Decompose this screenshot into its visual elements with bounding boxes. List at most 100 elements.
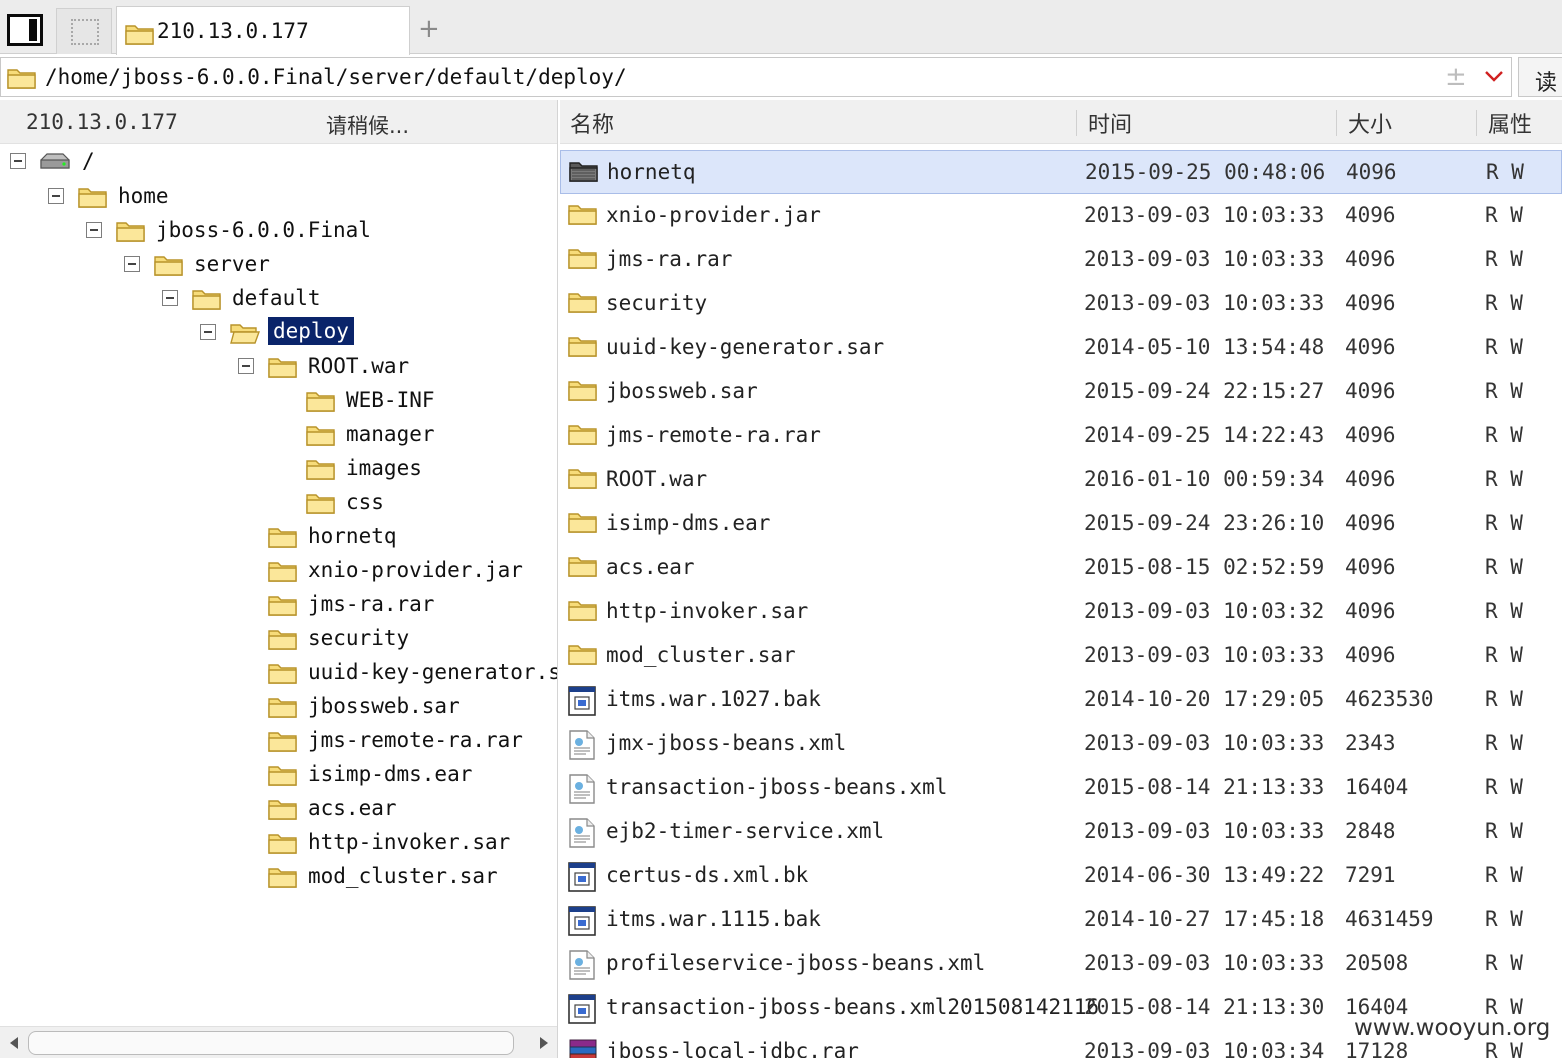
file-list-pane: 名称 时间 大小 属性 hornetq 2015-09-25 00:48:06 40… [560,100,1562,1058]
collapse-toggle[interactable] [162,290,178,306]
file-row[interactable]: isimp-dms.ear 2015-09-24 23:26:10 4096 R W [560,502,1562,546]
column-attr[interactable]: 属性 [1488,107,1532,139]
file-attr: R W [1485,1039,1523,1058]
tree-node-jboss[interactable]: jboss-6.0.0.Final [0,213,557,247]
file-time: 2013-09-03 10:03:32 [1084,599,1325,623]
xml-file-icon [568,774,596,804]
tab-remote-host[interactable]: 210.13.0.177 [116,6,410,55]
file-row[interactable]: transaction-jboss-beans.xml 2015-08-14 21… [560,766,1562,810]
tree-node-root-war[interactable]: ROOT.war [0,349,557,383]
file-row[interactable]: certus-ds.xml.bk 2014-06-30 13:49:22 7291 R… [560,854,1562,898]
file-time: 2014-05-10 13:54:48 [1084,335,1325,359]
file-attr: R W [1485,687,1523,711]
tree-node-server[interactable]: server [0,247,557,281]
file-name: security [606,291,708,315]
scroll-left-icon[interactable] [10,1037,18,1049]
folder-open-icon [230,321,260,345]
file-row[interactable]: jms-ra.rar 2013-09-03 10:03:33 4096 R W [560,238,1562,282]
tree-node-default[interactable]: default [0,281,557,315]
tree-node-isimp[interactable]: isimp-dms.ear [0,757,557,791]
collapse-toggle[interactable] [124,256,140,272]
read-button[interactable]: 读 [1518,57,1562,97]
file-attr: R W [1485,467,1523,491]
tree-node-jms-ra[interactable]: jms-ra.rar [0,587,557,621]
add-tab-button[interactable]: + [418,14,440,44]
column-divider[interactable] [1076,110,1077,136]
collapse-toggle[interactable] [200,324,216,340]
file-row[interactable]: jmx-jboss-beans.xml 2013-09-03 10:03:33 23… [560,722,1562,766]
chevron-down-icon[interactable] [1483,68,1505,84]
folder-icon [306,389,336,413]
tree-node-label: security [308,626,410,650]
file-row[interactable]: xnio-provider.jar 2013-09-03 10:03:33 4096… [560,194,1562,238]
column-time[interactable]: 时间 [1088,107,1132,139]
collapse-toggle[interactable] [10,153,26,169]
tree-node-label: images [346,456,422,480]
file-row[interactable]: ROOT.war 2016-01-10 00:59:34 4096 R W [560,458,1562,502]
column-divider[interactable] [1476,110,1477,136]
column-name[interactable]: 名称 [570,107,614,139]
tree-node-security[interactable]: security [0,621,557,655]
sidebar-toggle-icon[interactable] [7,14,43,46]
file-row[interactable]: acs.ear 2015-08-15 02:52:59 4096 R W [560,546,1562,590]
file-row[interactable]: http-invoker.sar 2013-09-03 10:03:32 4096 R… [560,590,1562,634]
tree-node-label: http-invoker.sar [308,830,511,854]
tree-node-label: uuid-key-generator.sa [308,660,558,684]
file-size: 4096 [1345,555,1396,579]
column-size[interactable]: 大小 [1348,107,1392,139]
file-row[interactable]: security 2013-09-03 10:03:33 4096 R W [560,282,1562,326]
tree-node-deploy[interactable]: deploy [0,315,557,349]
tree-node-root[interactable]: / [0,144,557,178]
tree-node-http-invoker[interactable]: http-invoker.sar [0,825,557,859]
tree-node-manager[interactable]: manager [0,417,557,451]
file-row[interactable]: uuid-key-generator.sar 2014-05-10 13:54:4… [560,326,1562,370]
tree-node-label: acs.ear [308,796,397,820]
file-size: 20508 [1345,951,1409,975]
file-row[interactable]: profileservice-jboss-beans.xml 2013-09-03… [560,942,1562,986]
address-bar[interactable]: /home/jboss-6.0.0.Final/server/default/d… [0,57,1512,97]
xml-file-icon [568,730,596,760]
file-size: 4096 [1345,203,1396,227]
file-row[interactable]: itms.war.1027.bak 2014-10-20 17:29:05 4623… [560,678,1562,722]
tree-node-label: server [194,252,270,276]
file-attr: R W [1485,731,1523,755]
file-attr: R W [1485,379,1523,403]
file-name: hornetq [607,160,696,184]
file-row[interactable]: jms-remote-ra.rar 2014-09-25 14:22:43 4096… [560,414,1562,458]
new-session-tab[interactable] [56,8,112,54]
file-time: 2015-09-25 00:48:06 [1085,160,1326,184]
file-row[interactable]: ejb2-timer-service.xml 2013-09-03 10:03:3… [560,810,1562,854]
tree-node-mod-cluster[interactable]: mod_cluster.sar [0,859,557,893]
tree-node-acs[interactable]: acs.ear [0,791,557,825]
scroll-right-icon[interactable] [540,1037,548,1049]
tree-node-jbossweb[interactable]: jbossweb.sar [0,689,557,723]
file-row[interactable]: hornetq 2015-09-25 00:48:06 4096 R W [560,150,1562,194]
tree-node-hornetq[interactable]: hornetq [0,519,557,553]
xml-file-icon [568,950,596,980]
tree-node-css[interactable]: css [0,485,557,519]
collapse-toggle[interactable] [48,188,64,204]
path-input[interactable]: /home/jboss-6.0.0.Final/server/default/d… [45,65,627,89]
scrollbar-thumb[interactable] [28,1031,514,1055]
column-divider[interactable] [1336,110,1337,136]
file-row[interactable]: jbossweb.sar 2015-09-24 22:15:27 4096 R W [560,370,1562,414]
file-row[interactable]: itms.war.1115.bak 2014-10-27 17:45:18 4631… [560,898,1562,942]
collapse-toggle[interactable] [238,358,254,374]
binary-file-icon [568,686,596,716]
tree-node-images[interactable]: images [0,451,557,485]
file-time: 2015-08-14 21:13:30 [1084,995,1325,1019]
tree-node-home[interactable]: home [0,179,557,213]
tree-node-jms-remote[interactable]: jms-remote-ra.rar [0,723,557,757]
tree-node-web-inf[interactable]: WEB-INF [0,383,557,417]
file-time: 2014-10-27 17:45:18 [1084,907,1325,931]
horizontal-scrollbar[interactable] [0,1026,557,1058]
file-attr: R W [1485,511,1523,535]
folder-icon [268,729,298,753]
tree-node-label: mod_cluster.sar [308,864,498,888]
add-bookmark-button[interactable]: ± [1445,62,1467,92]
file-row[interactable]: mod_cluster.sar 2013-09-03 10:03:33 4096 R … [560,634,1562,678]
loading-status: 请稍候... [326,114,410,138]
collapse-toggle[interactable] [86,222,102,238]
tree-node-xnio[interactable]: xnio-provider.jar [0,553,557,587]
tree-node-uuid[interactable]: uuid-key-generator.sa [0,655,558,689]
